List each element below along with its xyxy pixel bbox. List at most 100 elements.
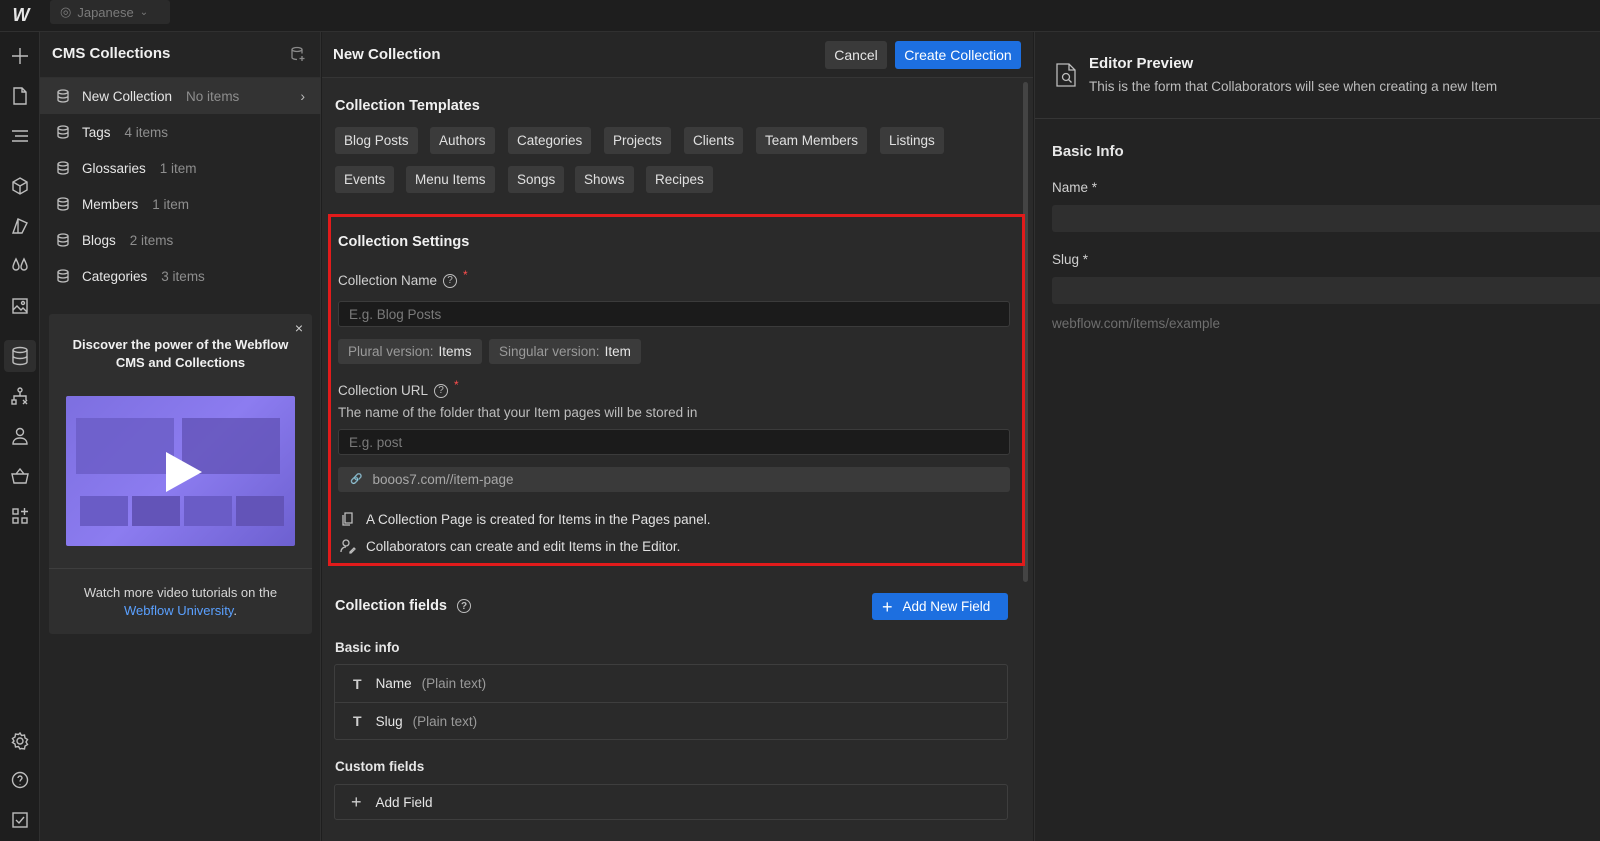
collection-item-members[interactable]: Members 1 item: [40, 186, 321, 222]
pages-icon: [342, 512, 353, 526]
database-icon[interactable]: [4, 340, 36, 372]
template-shows[interactable]: Shows: [575, 166, 634, 193]
collection-item-glossaries[interactable]: Glossaries 1 item: [40, 150, 321, 186]
collection-count: No items: [186, 88, 240, 104]
template-menu-items[interactable]: Menu Items: [406, 166, 495, 193]
field-name: Name: [375, 676, 412, 691]
info-collection-page: A Collection Page is created for Items i…: [340, 511, 710, 527]
singular-label: Singular version:: [499, 344, 600, 359]
globe-icon: ◎: [60, 4, 72, 19]
thumbnail-tile: [80, 496, 128, 526]
webflow-university-link[interactable]: Webflow University: [124, 603, 233, 618]
collection-name: Blogs: [82, 232, 116, 248]
preview-title: Editor Preview: [1089, 55, 1194, 72]
template-projects[interactable]: Projects: [604, 127, 671, 154]
help-icon[interactable]: ?: [457, 599, 471, 613]
divider: [49, 568, 312, 569]
collection-name: Members: [82, 196, 139, 212]
label-text: Collection URL: [338, 383, 429, 398]
template-listings[interactable]: Listings: [880, 127, 944, 154]
plural-version-chip[interactable]: Plural version: Items: [338, 339, 482, 364]
field-row-name[interactable]: T Name (Plain text): [335, 665, 1007, 702]
info-text: Collaborators can create and edit Items …: [366, 538, 681, 554]
template-clients[interactable]: Clients: [684, 127, 744, 154]
plural-label: Plural version:: [348, 344, 434, 359]
collection-item-tags[interactable]: Tags 4 items: [40, 114, 321, 150]
promo-footer: Watch more video tutorials on the Webflo…: [59, 584, 302, 620]
close-icon[interactable]: ×: [295, 320, 303, 336]
preview-name-input: [1052, 205, 1600, 232]
template-blog-posts[interactable]: Blog Posts: [335, 127, 418, 154]
image-icon[interactable]: [8, 294, 32, 318]
preview-header: Editor Preview This is the form that Col…: [1035, 32, 1600, 119]
page-icon[interactable]: [8, 84, 32, 108]
collection-item-blogs[interactable]: Blogs 2 items: [40, 222, 321, 258]
basket-icon[interactable]: [8, 464, 32, 488]
url-preview: 🔗 booos7.com//item-page: [338, 467, 1010, 492]
collection-item-new-collection[interactable]: New Collection No items ›: [40, 78, 321, 114]
top-bar: W ◎ Japanese ⌄: [0, 0, 1600, 32]
field-type: (Plain text): [421, 676, 487, 691]
color-drops-icon[interactable]: [8, 254, 32, 278]
box-icon[interactable]: [8, 174, 32, 198]
collection-item-categories[interactable]: Categories 3 items: [40, 258, 321, 294]
thumbnail-tile: [184, 496, 232, 526]
plus-icon[interactable]: [8, 44, 32, 68]
collection-url-input[interactable]: [338, 429, 1010, 455]
collection-name-input[interactable]: [338, 301, 1010, 327]
database-icon: [56, 161, 70, 175]
user-edit-icon: [340, 539, 356, 554]
style-icon[interactable]: [8, 214, 32, 238]
user-icon[interactable]: [8, 424, 32, 448]
document-search-icon: [1055, 62, 1077, 88]
webflow-logo[interactable]: W: [8, 4, 34, 26]
info-text: A Collection Page is created for Items i…: [366, 511, 711, 527]
text-type-icon: T: [353, 675, 362, 692]
basic-fields-list: T Name (Plain text) T Slug (Plain text): [334, 664, 1008, 740]
help-icon[interactable]: ?: [434, 383, 449, 398]
help-icon[interactable]: [8, 768, 32, 792]
template-songs[interactable]: Songs: [508, 166, 565, 193]
collection-name-label: Collection Name ? *: [338, 268, 468, 289]
create-collection-button[interactable]: Create Collection: [895, 41, 1021, 69]
collection-settings-highlight: Collection Settings Collection Name ? * …: [328, 214, 1025, 566]
collection-count: 2 items: [129, 232, 174, 248]
singular-value: Item: [604, 344, 631, 359]
template-categories[interactable]: Categories: [508, 127, 592, 154]
video-thumbnail[interactable]: [66, 396, 295, 546]
logic-flow-icon[interactable]: [8, 384, 32, 408]
info-collaborators: Collaborators can create and edit Items …: [340, 538, 680, 554]
add-new-field-button[interactable]: + Add New Field: [872, 593, 1008, 620]
template-recipes[interactable]: Recipes: [646, 166, 713, 193]
checkmark-icon[interactable]: [8, 808, 32, 832]
collection-fields-title: Collection fields ?: [335, 598, 471, 614]
locale-selector[interactable]: ◎ Japanese ⌄: [50, 0, 170, 24]
preview-url-example: webflow.com/items/example: [1052, 316, 1221, 331]
cancel-button[interactable]: Cancel: [825, 41, 887, 69]
new-collection-panel: New Collection Cancel Create Collection …: [322, 32, 1033, 841]
play-icon[interactable]: [166, 452, 202, 492]
add-field-row[interactable]: + Add Field: [334, 784, 1008, 820]
left-icon-rail: [0, 32, 40, 841]
template-team-members[interactable]: Team Members: [756, 127, 868, 154]
navigator-icon[interactable]: [8, 124, 32, 148]
thumbnail-tile: [132, 496, 180, 526]
template-events[interactable]: Events: [335, 166, 395, 193]
editor-preview-panel: Editor Preview This is the form that Col…: [1034, 32, 1600, 841]
collection-name: New Collection: [82, 88, 173, 104]
plural-value: Items: [438, 344, 472, 359]
preview-name-label: Name *: [1052, 180, 1098, 195]
fields-title-text: Collection fields: [335, 598, 447, 614]
thumbnail-tile: [236, 496, 284, 526]
singular-version-chip[interactable]: Singular version: Item: [489, 339, 641, 364]
field-row-slug[interactable]: T Slug (Plain text): [335, 702, 1007, 739]
template-authors[interactable]: Authors: [430, 127, 495, 154]
collection-url-hint: The name of the folder that your Item pa…: [338, 405, 698, 420]
add-collection-icon[interactable]: [290, 46, 306, 62]
apps-icon[interactable]: [8, 504, 32, 528]
help-icon[interactable]: ?: [443, 273, 458, 288]
settings-gear-icon[interactable]: [8, 729, 32, 753]
collection-count: 4 items: [124, 124, 169, 140]
promo-card: × Discover the power of the Webflow CMS …: [49, 314, 312, 634]
cms-collections-panel: CMS Collections New Collection No items …: [40, 32, 321, 841]
